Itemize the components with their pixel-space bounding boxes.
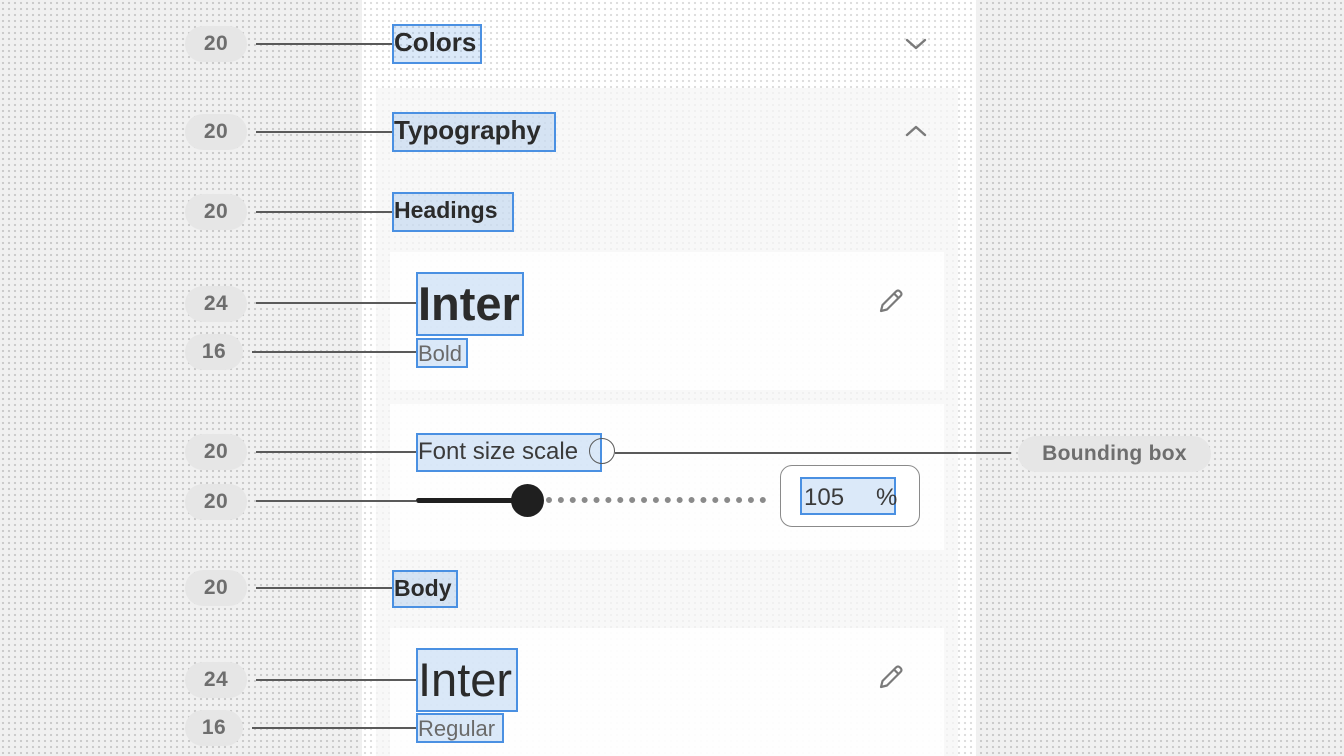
annotation-pill-heading-font: 24 <box>185 286 247 322</box>
annotation-pill-colors: 20 <box>185 26 247 62</box>
annotation-pill-body-weight: 16 <box>185 710 243 746</box>
annotation-line-body-weight <box>252 727 416 729</box>
annotation-line-typography <box>256 131 392 133</box>
pencil-icon[interactable] <box>876 286 906 316</box>
annotation-line-heading-weight <box>252 351 416 353</box>
annotation-pill-slider: 20 <box>185 484 247 520</box>
annotation-pill-typography: 20 <box>185 114 247 150</box>
annotation-line-body <box>256 587 392 589</box>
pencil-icon[interactable] <box>876 662 906 692</box>
annotation-pill-scale-label: 20 <box>185 434 247 470</box>
annotation-pill-body-font: 24 <box>185 662 247 698</box>
typography-section-title[interactable]: Typography <box>392 112 556 152</box>
headings-font-weight: Bold <box>416 338 468 368</box>
chevron-down-icon[interactable] <box>904 36 928 52</box>
body-font-weight: Regular <box>416 713 504 743</box>
annotation-line-heading-font <box>256 302 416 304</box>
annotation-line-scale-label <box>256 451 416 453</box>
colors-section-title[interactable]: Colors <box>392 24 482 64</box>
callout-anchor <box>589 438 615 464</box>
annotation-line-slider <box>256 500 416 502</box>
headings-label: Headings <box>392 192 514 232</box>
font-scale-unit: % <box>876 484 898 511</box>
font-scale-value[interactable]: 105 <box>804 484 844 512</box>
headings-font-name: Inter <box>416 272 524 336</box>
annotation-line-headings <box>256 211 392 213</box>
font-scale-slider-thumb[interactable] <box>511 484 544 517</box>
body-font-name: Inter <box>416 648 518 712</box>
annotation-line-colors <box>256 43 392 45</box>
annotation-line-body-font <box>256 679 416 681</box>
slider-track-remaining[interactable] <box>546 497 766 503</box>
body-label: Body <box>392 570 458 608</box>
annotation-pill-heading-weight: 16 <box>185 334 243 370</box>
callout-line <box>615 452 1011 454</box>
chevron-up-icon[interactable] <box>904 123 928 139</box>
annotation-pill-headings: 20 <box>185 194 247 230</box>
annotation-pill-body: 20 <box>185 570 247 606</box>
bounding-box-callout: Bounding box <box>1018 436 1211 472</box>
font-size-scale-label: Font size scale <box>416 433 602 472</box>
